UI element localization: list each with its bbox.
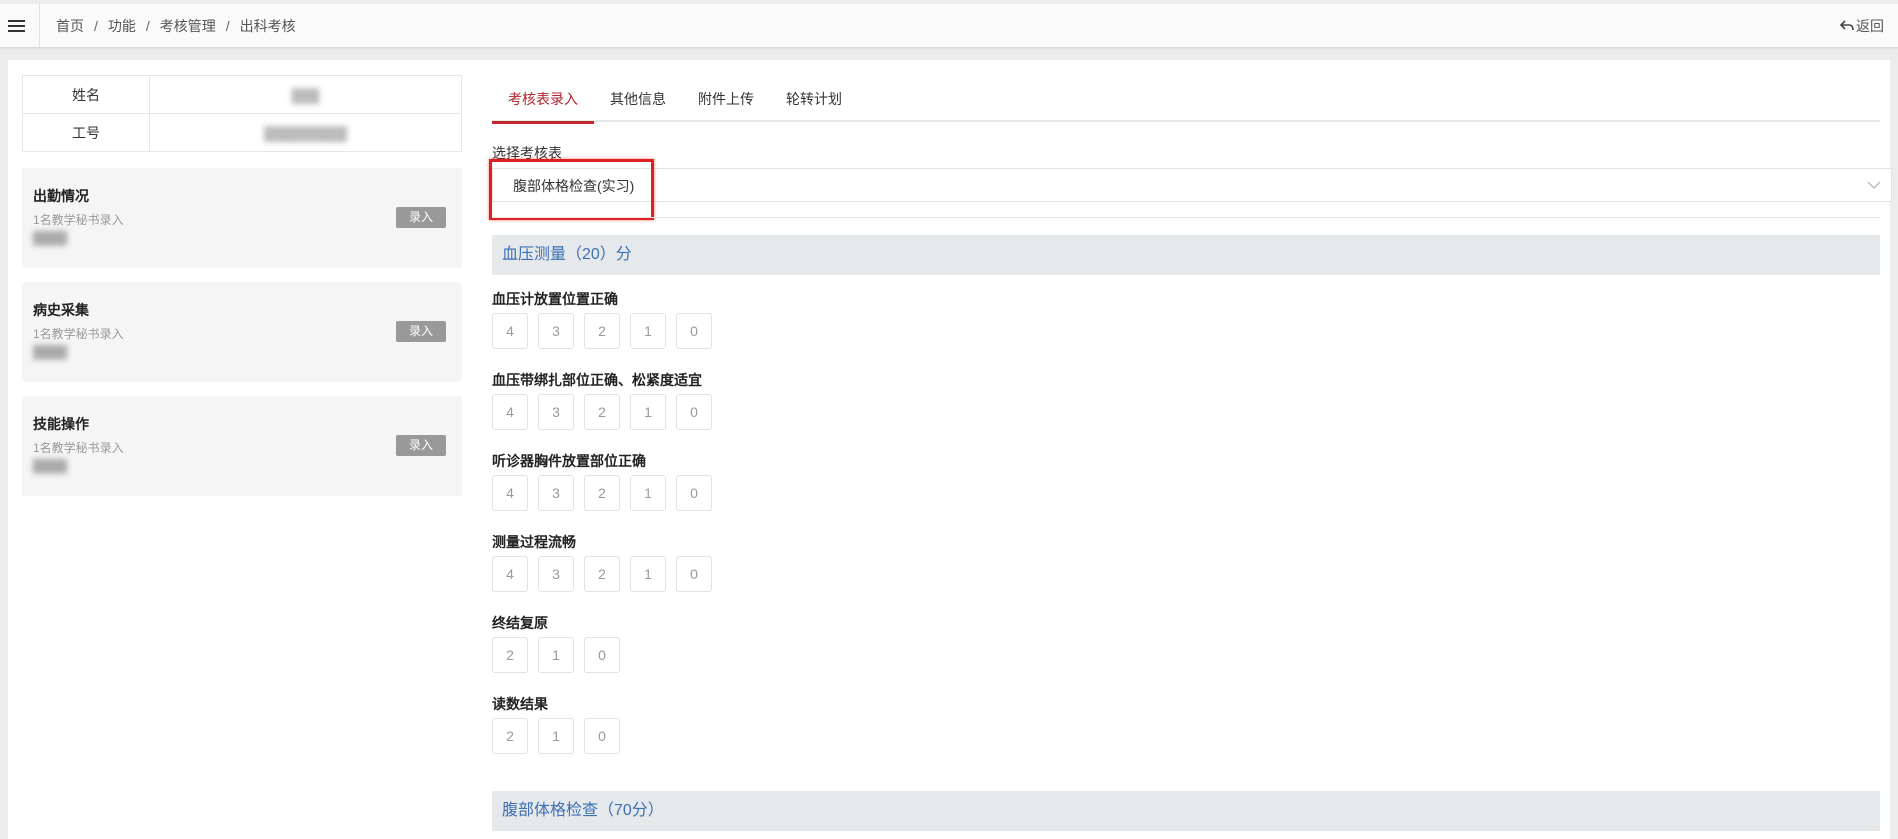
breadcrumb: 首页 / 功能 / 考核管理 / 出科考核 <box>56 4 296 48</box>
card-blurred-text: ████ <box>33 345 68 359</box>
table-row: 姓名 ███ <box>22 75 462 114</box>
id-value: █████████ <box>149 113 462 152</box>
breadcrumb-function[interactable]: 功能 <box>108 4 136 48</box>
table-row: 工号 █████████ <box>22 113 462 152</box>
enter-button[interactable]: 录入 <box>396 321 446 342</box>
item-label: 血压计放置位置正确 <box>492 291 618 307</box>
divider <box>492 217 1880 218</box>
score-option[interactable]: 2 <box>492 718 528 754</box>
back-link[interactable]: 返回 <box>1840 4 1884 48</box>
score-options: 4 3 2 1 0 <box>492 556 722 592</box>
score-option[interactable]: 0 <box>584 718 620 754</box>
hamburger-menu-icon[interactable] <box>0 4 40 48</box>
tab-other-info[interactable]: 其他信息 <box>594 74 682 122</box>
score-options: 4 3 2 1 0 <box>492 394 722 430</box>
tab-bar: 考核表录入 其他信息 附件上传 轮转计划 <box>492 74 1880 124</box>
card-subtitle: 1名教学秘书录入 <box>33 213 124 227</box>
item-label: 终结复原 <box>492 615 548 631</box>
tab-assessment-entry[interactable]: 考核表录入 <box>492 74 594 124</box>
score-option[interactable]: 4 <box>492 556 528 592</box>
card-subtitle: 1名教学秘书录入 <box>33 441 124 455</box>
score-option[interactable]: 0 <box>584 637 620 673</box>
score-option[interactable]: 2 <box>584 556 620 592</box>
select-label: 选择考核表 <box>492 145 562 161</box>
score-option[interactable]: 3 <box>538 556 574 592</box>
score-option[interactable]: 1 <box>630 313 666 349</box>
score-option[interactable]: 3 <box>538 313 574 349</box>
item-label: 听诊器胸件放置部位正确 <box>492 453 646 469</box>
card-skills: 技能操作 1名教学秘书录入 ████ 录入 <box>22 396 462 496</box>
item-label: 读数结果 <box>492 696 548 712</box>
tab-rotation-plan[interactable]: 轮转计划 <box>770 74 858 122</box>
item-label: 血压带绑扎部位正确、松紧度适宜 <box>492 372 702 388</box>
score-option[interactable]: 1 <box>538 718 574 754</box>
score-option[interactable]: 2 <box>584 313 620 349</box>
main-panel: 姓名 ███ 工号 █████████ 出勤情况 1名教学秘书录入 ████ 录… <box>8 60 1892 839</box>
score-option[interactable]: 4 <box>492 394 528 430</box>
card-title: 出勤情况 <box>33 188 89 204</box>
id-label: 工号 <box>22 113 150 152</box>
score-option[interactable]: 2 <box>492 637 528 673</box>
reply-arrow-icon <box>1840 20 1854 31</box>
score-option[interactable]: 0 <box>676 475 712 511</box>
score-option[interactable]: 1 <box>630 475 666 511</box>
score-option[interactable]: 1 <box>630 394 666 430</box>
name-value: ███ <box>149 75 462 114</box>
section-header: 腹部体格检查（70分） <box>492 791 1880 831</box>
card-title: 病史采集 <box>33 302 89 318</box>
score-option[interactable]: 1 <box>538 637 574 673</box>
select-value: 腹部体格检查(实习) <box>513 178 635 194</box>
breadcrumb-separator: / <box>145 18 150 34</box>
enter-button[interactable]: 录入 <box>396 207 446 228</box>
breadcrumb-separator: / <box>94 18 98 34</box>
card-blurred-text: ████ <box>33 459 68 473</box>
card-attendance: 出勤情况 1名教学秘书录入 ████ 录入 <box>22 168 462 268</box>
student-info-table: 姓名 ███ 工号 █████████ <box>22 75 462 152</box>
score-options: 2 1 0 <box>492 637 630 673</box>
score-option[interactable]: 0 <box>676 556 712 592</box>
card-title: 技能操作 <box>33 416 89 432</box>
score-options: 4 3 2 1 0 <box>492 313 722 349</box>
score-option[interactable]: 3 <box>538 394 574 430</box>
score-option[interactable]: 4 <box>492 313 528 349</box>
section-header: 血压测量（20）分 <box>492 235 1880 275</box>
breadcrumb-home[interactable]: 首页 <box>56 4 84 48</box>
breadcrumb-separator: / <box>225 18 230 34</box>
top-bar: 首页 / 功能 / 考核管理 / 出科考核 返回 <box>0 4 1898 48</box>
breadcrumb-assessment-management[interactable]: 考核管理 <box>160 4 216 48</box>
chevron-down-icon <box>1867 181 1881 189</box>
score-option[interactable]: 2 <box>584 475 620 511</box>
score-option[interactable]: 3 <box>538 475 574 511</box>
score-option[interactable]: 2 <box>584 394 620 430</box>
score-option[interactable]: 4 <box>492 475 528 511</box>
score-options: 4 3 2 1 0 <box>492 475 722 511</box>
back-label: 返回 <box>1856 18 1884 34</box>
card-history: 病史采集 1名教学秘书录入 ████ 录入 <box>22 282 462 382</box>
enter-button[interactable]: 录入 <box>396 435 446 456</box>
score-option[interactable]: 0 <box>676 313 712 349</box>
item-label: 测量过程流畅 <box>492 534 576 550</box>
card-blurred-text: ████ <box>33 231 68 245</box>
card-subtitle: 1名教学秘书录入 <box>33 327 124 341</box>
name-label: 姓名 <box>22 75 150 114</box>
score-option[interactable]: 1 <box>630 556 666 592</box>
score-option[interactable]: 0 <box>676 394 712 430</box>
score-options: 2 1 0 <box>492 718 630 754</box>
tab-attachment-upload[interactable]: 附件上传 <box>682 74 770 122</box>
assessment-form-select[interactable]: 腹部体格检查(实习) <box>492 168 1892 202</box>
breadcrumb-current: 出科考核 <box>239 18 296 34</box>
